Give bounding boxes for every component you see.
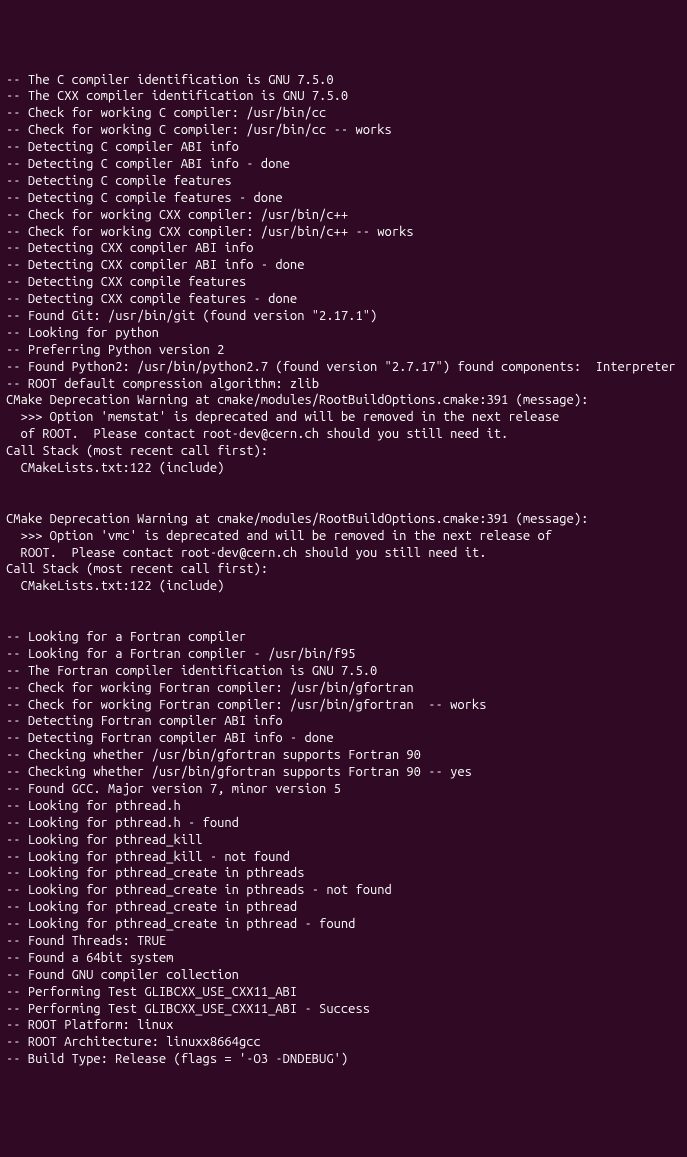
terminal-line: >>> Option 'memstat' is deprecated and w… — [6, 409, 681, 426]
terminal-line: -- Checking whether /usr/bin/gfortran su… — [6, 747, 681, 764]
terminal-line: -- The Fortran compiler identification i… — [6, 663, 681, 680]
terminal-line: Call Stack (most recent call first): — [6, 443, 681, 460]
terminal-line: -- ROOT default compression algorithm: z… — [6, 376, 681, 393]
terminal-line: -- Detecting C compile features — [6, 173, 681, 190]
terminal-line: -- Detecting Fortran compiler ABI info -… — [6, 730, 681, 747]
terminal-line: -- Detecting C compiler ABI info - done — [6, 156, 681, 173]
terminal-line — [6, 494, 681, 511]
terminal-line: -- Check for working C compiler: /usr/bi… — [6, 122, 681, 139]
terminal-line: >>> Option 'vmc' is deprecated and will … — [6, 528, 681, 545]
terminal-line: -- Looking for pthread.h — [6, 798, 681, 815]
terminal-line: -- Check for working Fortran compiler: /… — [6, 697, 681, 714]
terminal-line: -- Found Git: /usr/bin/git (found versio… — [6, 308, 681, 325]
terminal-line: -- Found Threads: TRUE — [6, 933, 681, 950]
terminal-line: -- ROOT Architecture: linuxx8664gcc — [6, 1034, 681, 1051]
terminal-line: CMake Deprecation Warning at cmake/modul… — [6, 511, 681, 528]
terminal-line: -- Looking for python — [6, 325, 681, 342]
terminal-output[interactable]: -- The C compiler identification is GNU … — [6, 72, 681, 1069]
terminal-line: -- Build Type: Release (flags = '-O3 -DN… — [6, 1051, 681, 1068]
terminal-line: -- Check for working Fortran compiler: /… — [6, 680, 681, 697]
terminal-line: -- Detecting CXX compile features — [6, 274, 681, 291]
terminal-line: -- Performing Test GLIBCXX_USE_CXX11_ABI… — [6, 1001, 681, 1018]
terminal-line: -- Checking whether /usr/bin/gfortran su… — [6, 764, 681, 781]
terminal-line: -- Looking for pthread_create in pthread — [6, 899, 681, 916]
terminal-line — [6, 595, 681, 612]
terminal-line: Call Stack (most recent call first): — [6, 561, 681, 578]
terminal-line: -- Check for working CXX compiler: /usr/… — [6, 224, 681, 241]
terminal-line — [6, 477, 681, 494]
terminal-line: -- Looking for a Fortran compiler — [6, 629, 681, 646]
terminal-line: -- Detecting C compile features - done — [6, 190, 681, 207]
terminal-line: -- Detecting CXX compile features - done — [6, 291, 681, 308]
terminal-line: CMakeLists.txt:122 (include) — [6, 578, 681, 595]
terminal-line: -- Detecting C compiler ABI info — [6, 139, 681, 156]
terminal-line: -- Found GCC. Major version 7, minor ver… — [6, 781, 681, 798]
terminal-line: -- Detecting CXX compiler ABI info - don… — [6, 257, 681, 274]
terminal-line: of ROOT. Please contact root-dev@cern.ch… — [6, 426, 681, 443]
terminal-line: -- Looking for a Fortran compiler - /usr… — [6, 646, 681, 663]
terminal-line: -- The C compiler identification is GNU … — [6, 72, 681, 89]
terminal-line: -- Looking for pthread_create in pthread… — [6, 882, 681, 899]
terminal-line: -- Looking for pthread_kill - not found — [6, 849, 681, 866]
terminal-line: -- Looking for pthread_kill — [6, 832, 681, 849]
terminal-line: -- Detecting CXX compiler ABI info — [6, 240, 681, 257]
terminal-line: -- Found Python2: /usr/bin/python2.7 (fo… — [6, 359, 681, 376]
terminal-line: -- Detecting Fortran compiler ABI info — [6, 713, 681, 730]
terminal-line — [6, 612, 681, 629]
terminal-line: -- ROOT Platform: linux — [6, 1017, 681, 1034]
terminal-line: -- Preferring Python version 2 — [6, 342, 681, 359]
terminal-line: ROOT. Please contact root-dev@cern.ch sh… — [6, 545, 681, 562]
terminal-line: -- Check for working CXX compiler: /usr/… — [6, 207, 681, 224]
terminal-line: -- The CXX compiler identification is GN… — [6, 88, 681, 105]
terminal-line: -- Looking for pthread_create in pthread… — [6, 865, 681, 882]
terminal-line: -- Found GNU compiler collection — [6, 967, 681, 984]
terminal-line: CMakeLists.txt:122 (include) — [6, 460, 681, 477]
terminal-line: -- Looking for pthread_create in pthread… — [6, 916, 681, 933]
terminal-line: -- Check for working C compiler: /usr/bi… — [6, 105, 681, 122]
terminal-line: -- Found a 64bit system — [6, 950, 681, 967]
terminal-line: -- Performing Test GLIBCXX_USE_CXX11_ABI — [6, 984, 681, 1001]
terminal-line: CMake Deprecation Warning at cmake/modul… — [6, 392, 681, 409]
terminal-line: -- Looking for pthread.h - found — [6, 815, 681, 832]
